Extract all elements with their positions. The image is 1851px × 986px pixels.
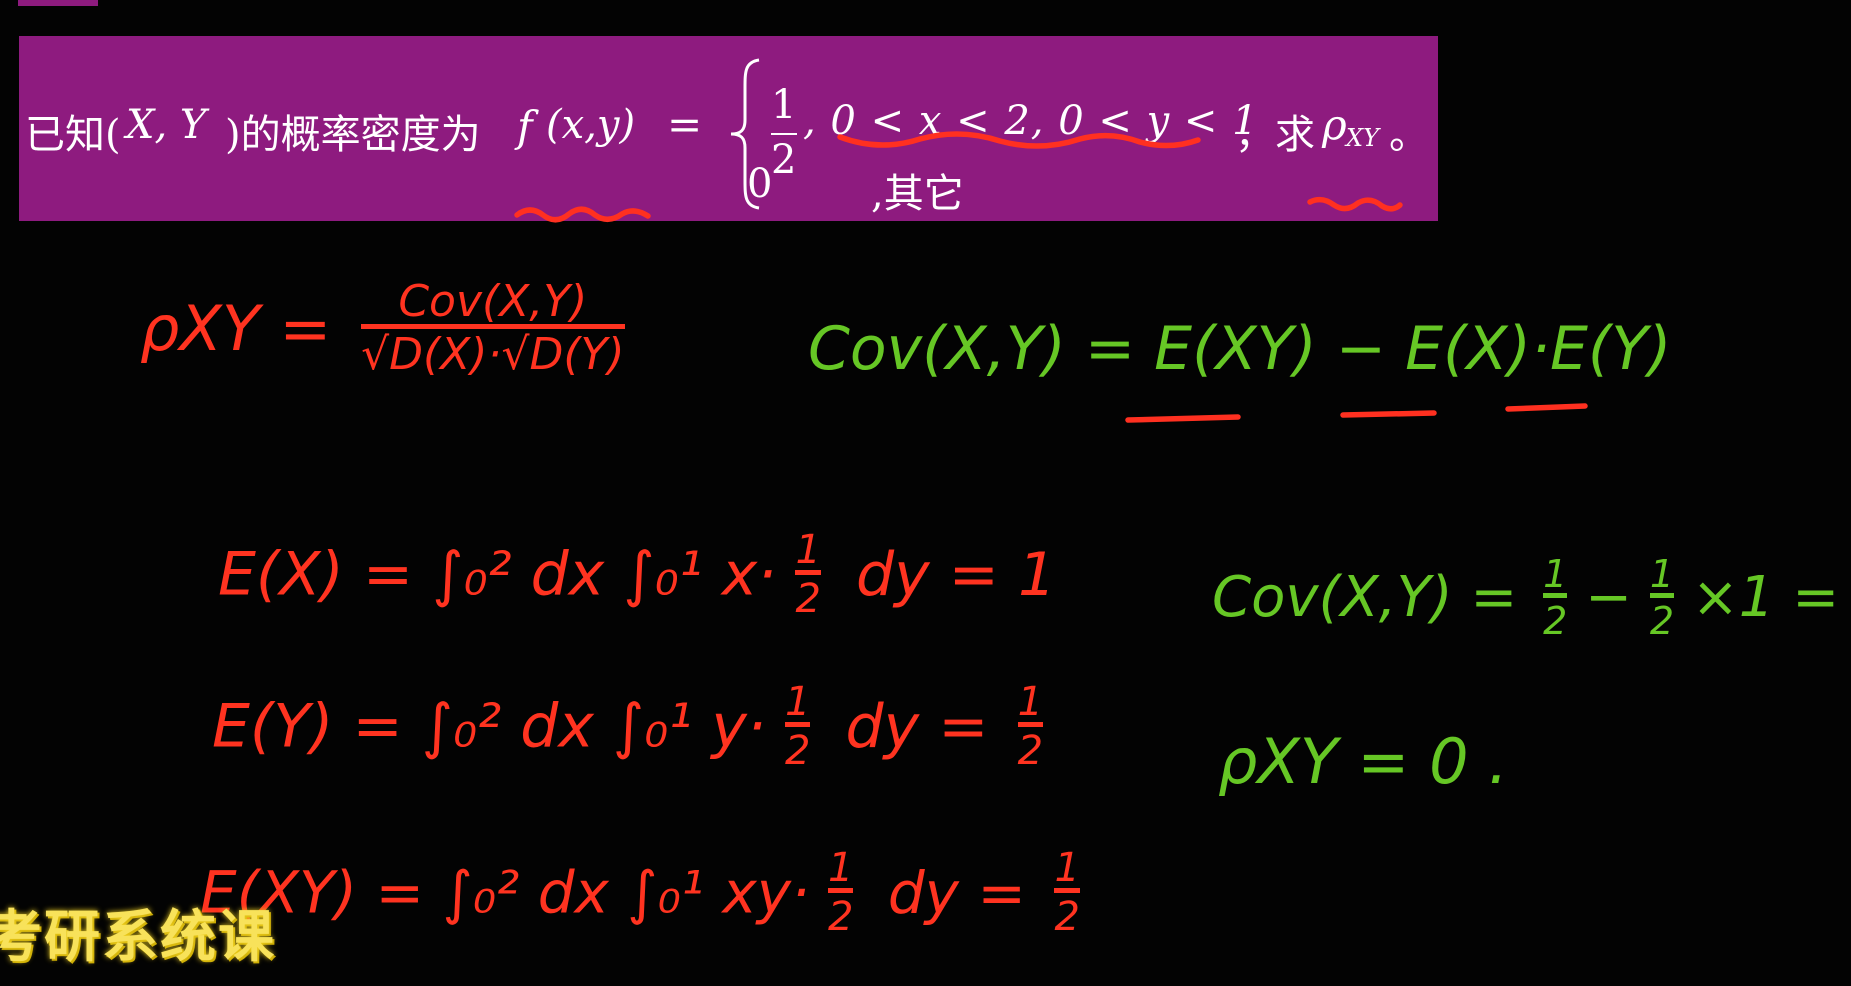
ex-tail: dy = 1 — [855, 539, 1057, 610]
ink-annotations — [514, 131, 1588, 423]
exy-result: 1 2 — [1054, 845, 1080, 937]
ey-res-den: 2 — [1017, 722, 1044, 771]
ey-result: 1 2 — [1017, 679, 1044, 771]
rho-formula: ρXY = Cov(X,Y) √D(X)·√D(Y) — [140, 280, 625, 377]
exy-den: 2 — [827, 888, 854, 937]
squiggle-under-f — [514, 206, 651, 223]
rho-formula-denominator: √D(X)·√D(Y) — [361, 324, 625, 377]
course-watermark: 考研系统课 — [0, 905, 276, 970]
underline-ex — [1340, 410, 1437, 418]
underline-ey — [1505, 403, 1588, 412]
ex-equation: E(X) = ∫₀² dx ∫₀¹ x· 1 2 dy = 1 — [218, 530, 1056, 619]
exy-lhs: E(XY) = ∫₀² dx ∫₀¹ xy· — [200, 858, 810, 927]
cov-result-tail: ×1 = 0 — [1691, 565, 1851, 630]
cov-a-num: 1 — [1543, 552, 1568, 596]
cov-result-minus: − — [1585, 565, 1633, 630]
cov-a-den: 2 — [1543, 593, 1568, 640]
underline-exy — [1125, 414, 1241, 423]
exy-tail: dy = — [887, 858, 1027, 927]
exy-res-num: 1 — [1054, 845, 1080, 891]
squiggle-under-rho — [1307, 196, 1403, 212]
ey-den: 2 — [785, 722, 811, 771]
rho-formula-fraction: Cov(X,Y) √D(X)·√D(Y) — [361, 280, 625, 377]
ex-fraction: 1 2 — [795, 527, 821, 619]
rho-formula-numerator: Cov(X,Y) — [398, 276, 588, 327]
ey-lhs: E(Y) = ∫₀² dx ∫₀¹ y· — [212, 691, 766, 762]
exy-fraction: 1 2 — [827, 845, 854, 937]
ey-fraction: 1 2 — [785, 679, 811, 771]
ey-equation: E(Y) = ∫₀² dx ∫₀¹ y· 1 2 dy = 1 2 — [212, 679, 1044, 771]
ex-den: 2 — [795, 570, 821, 619]
cov-b-den: 2 — [1649, 593, 1675, 640]
ey-tail: dy = — [845, 691, 989, 762]
ey-res-num: 1 — [1017, 679, 1044, 725]
cov-formula: Cov(X,Y) = E(XY) − E(X)·E(Y) — [808, 314, 1672, 384]
whiteboard-canvas: 已知( X, Y )的概率密度为 f (x,y) = 1 2 , 0 < x <… — [0, 0, 1851, 986]
ey-num: 1 — [785, 679, 811, 725]
rho-result: ρXY = 0 . — [1218, 725, 1508, 798]
exy-equation: E(XY) = ∫₀² dx ∫₀¹ xy· 1 2 dy = 1 2 — [200, 848, 1080, 937]
cov-result-frac-b: 1 2 — [1649, 552, 1675, 640]
cov-result-frac-a: 1 2 — [1543, 552, 1568, 640]
ex-lhs: E(X) = ∫₀² dx ∫₀¹ x· — [218, 539, 777, 610]
cov-result: Cov(X,Y) = 1 2 − 1 2 ×1 = 0 — [1212, 555, 1851, 640]
exy-num: 1 — [827, 845, 854, 891]
squiggle-under-condition — [837, 131, 1201, 149]
rho-formula-lhs: ρXY = — [140, 292, 332, 365]
exy-res-den: 2 — [1054, 888, 1080, 937]
cov-b-num: 1 — [1649, 552, 1675, 596]
cov-result-lhs: Cov(X,Y) = — [1212, 565, 1518, 630]
ex-num: 1 — [795, 527, 821, 573]
